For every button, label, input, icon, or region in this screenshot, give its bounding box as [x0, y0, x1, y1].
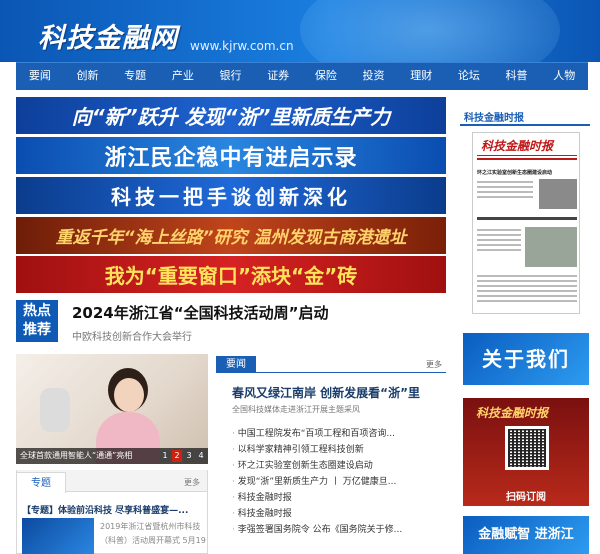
newspaper-preview[interactable]: 科技金融时报 环之江实验室创新生态圈建设启动 [472, 132, 580, 314]
nav-item-yaowen[interactable]: 要闻 [16, 63, 64, 87]
robot-shape [40, 388, 70, 432]
newspaper-headline: 环之江实验室创新生态圈建设启动 [477, 170, 553, 176]
banner-private-enterprise[interactable]: 浙江民企稳中有进启示录 [16, 137, 446, 174]
news-lead-title[interactable]: 春风又绿江南岸 创新发展看“浙”里 [232, 384, 420, 401]
nav-item-chuangxin[interactable]: 创新 [64, 63, 112, 87]
topics-thumbnail[interactable] [22, 518, 94, 554]
slide-page-4[interactable]: 4 [196, 450, 206, 462]
page: 科技金融网 www.kjrw.com.cn 要闻 创新 专题 产业 银行 证券 … [0, 0, 600, 554]
hot-badge-line1: 热点 [23, 303, 51, 319]
qr-subscribe-label: 扫码订阅 [506, 492, 546, 503]
news-list: 中国工程院发布“百项工程和百项咨询... 以科学家精神引领工程科技创新 环之江实… [232, 426, 444, 538]
newspaper-rule [477, 158, 577, 160]
newspaper-text-line [477, 217, 577, 220]
header-glow [300, 0, 560, 62]
qr-code-icon [505, 426, 549, 470]
newspaper-text-line [477, 191, 533, 193]
newspaper-text-line [477, 290, 577, 292]
topics-more-link[interactable]: 更多 [184, 477, 200, 488]
newspaper-text-line [477, 181, 533, 183]
topics-description: 2019年浙江省暨杭州市科技（科普）活动周开幕式 5月19 [100, 522, 206, 545]
newspaper-text-line [477, 300, 577, 302]
newspaper-text-line [477, 244, 521, 246]
nav-item-kepu[interactable]: 科普 [493, 63, 541, 87]
hot-headline[interactable]: 2024年浙江省“全国科技活动周”启动 [72, 302, 328, 323]
banner-important-window[interactable]: 我为“重要窗口”添块“金”砖 [16, 256, 446, 293]
nav-item-licai[interactable]: 理财 [397, 63, 445, 87]
slide-page-1[interactable]: 1 [160, 450, 170, 462]
newspaper-text-line [477, 280, 577, 282]
list-item[interactable]: 李强签署国务院令 公布《国务院关于修... [232, 522, 444, 538]
qr-masthead: 科技金融时报 [476, 406, 549, 420]
slide-page-2[interactable]: 2 [172, 450, 182, 462]
list-item[interactable]: 中国工程院发布“百项工程和百项咨询... [232, 426, 444, 442]
nav-item-chanye[interactable]: 产业 [159, 63, 207, 87]
newspaper-text-line [477, 285, 577, 287]
newspaper-masthead: 科技金融时报 [481, 139, 554, 153]
newspaper-rule [477, 155, 577, 156]
tab-news[interactable]: 要闻 [216, 356, 256, 373]
list-item[interactable]: 发现“浙”里新质生产力 丨 万亿健康旦... [232, 474, 444, 490]
newspaper-text-line [477, 186, 533, 188]
site-logo[interactable]: 科技金融网 [38, 16, 178, 55]
list-item[interactable]: 科技金融时报 [232, 506, 444, 522]
main-nav: 要闻 创新 专题 产业 银行 证券 保险 投资 理财 论坛 科普 人物 [16, 62, 588, 87]
sidebar-bottom-banner[interactable]: 金融赋智 进浙江 [463, 516, 589, 554]
newspaper-text-line [477, 239, 521, 241]
nav-item-touzi[interactable]: 投资 [350, 63, 398, 87]
nav-item-renwu[interactable]: 人物 [540, 63, 588, 87]
tab-topics[interactable]: 专题 [16, 472, 66, 493]
list-item[interactable]: 科技金融时报 [232, 490, 444, 506]
slideshow-pager: 1 2 3 4 [160, 450, 206, 462]
newspaper-photo [539, 179, 577, 209]
nav-item-zhuanti[interactable]: 专题 [111, 63, 159, 87]
list-item[interactable]: 环之江实验室创新生态圈建设启动 [232, 458, 444, 474]
newspaper-text-line [477, 196, 533, 198]
newspaper-text-line [477, 275, 577, 277]
slide-page-3[interactable]: 3 [184, 450, 194, 462]
nav-item-yinhang[interactable]: 银行 [207, 63, 255, 87]
news-lead-subtitle: 全国科技媒体走进浙江开展主题采风 [232, 405, 360, 414]
banner-new-productivity[interactable]: 向“新”跃升 发现“浙”里新质生产力 [16, 97, 446, 134]
news-more-link[interactable]: 更多 [426, 359, 442, 370]
banner-tech-leaders[interactable]: 科技一把手谈创新深化 [16, 177, 446, 214]
hot-badge-line2: 推荐 [23, 322, 51, 338]
nav-item-baoxian[interactable]: 保险 [302, 63, 350, 87]
list-item[interactable]: 以科学家精神引领工程科技创新 [232, 442, 444, 458]
newspaper-text-line [477, 234, 521, 236]
about-us-banner[interactable]: 关于我们 [463, 333, 589, 385]
newspaper-text-line [477, 229, 521, 231]
news-section-header: 要闻 更多 [216, 356, 446, 373]
nav-item-luntan[interactable]: 论坛 [445, 63, 493, 87]
figure-face [114, 378, 144, 412]
newspaper-photo [525, 227, 577, 267]
nav-underline [16, 87, 588, 90]
banner-maritime-silk-road[interactable]: 重返千年“海上丝路”研究 温州发现古商港遗址 [16, 217, 446, 254]
newspaper-text-line [477, 295, 577, 297]
newspaper-text-line [477, 249, 521, 251]
sidebar-section-title: 科技金融时报 [464, 113, 524, 124]
hot-subheadline[interactable]: 中欧科技创新合作大会举行 [72, 328, 192, 343]
hot-recommend-badge: 热点 推荐 [16, 300, 58, 342]
topics-title[interactable]: 【专题】体验前沿科技 尽享科普盛宴—... [22, 503, 188, 516]
nav-item-zhengquan[interactable]: 证券 [254, 63, 302, 87]
site-header: 科技金融网 www.kjrw.com.cn [0, 0, 600, 62]
site-url: www.kjrw.com.cn [190, 39, 294, 53]
